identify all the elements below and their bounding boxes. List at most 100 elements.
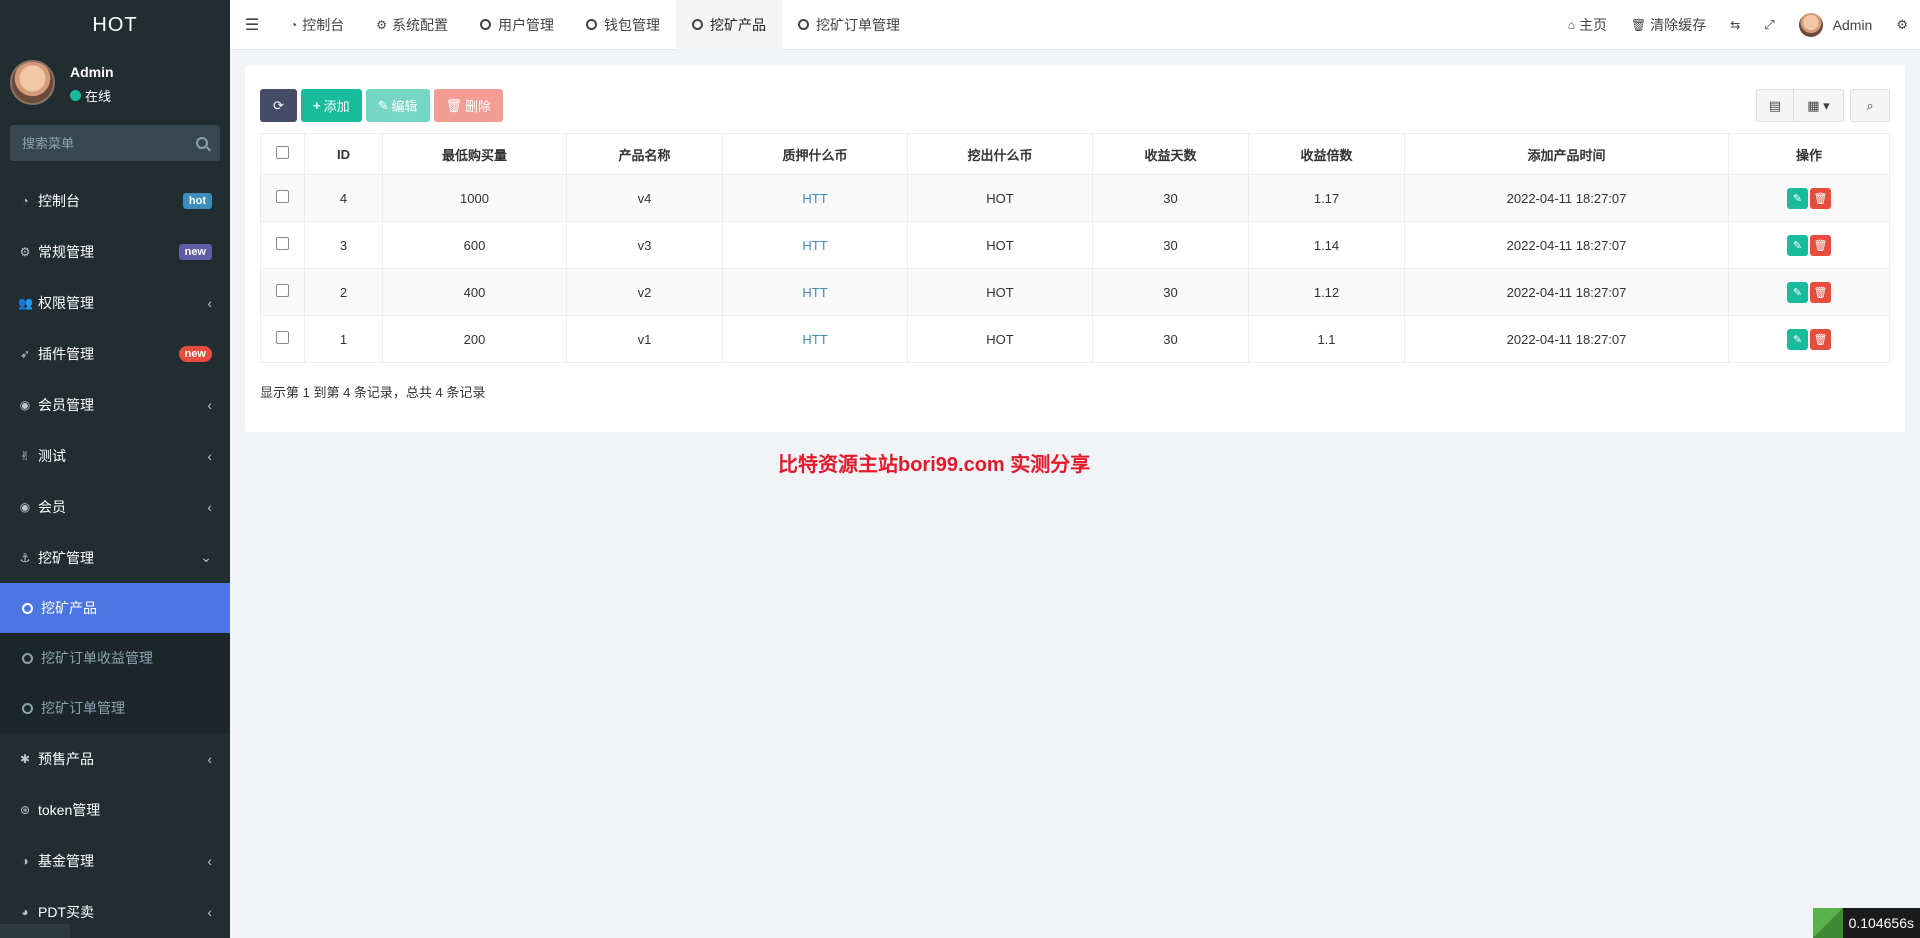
stake-coin-link[interactable]: HTT	[802, 285, 827, 300]
fullscreen-toggle[interactable]: ⤢	[1752, 0, 1786, 50]
edit-button[interactable]: ✎ 编辑	[365, 89, 430, 122]
sidebar-item-plugins[interactable]: ➶ 插件管理 new	[0, 328, 230, 379]
trash-icon: 🗑	[1813, 239, 1828, 252]
user-panel: Admin 在线	[0, 50, 230, 120]
sidebar-item-presale[interactable]: ✱ 预售产品 ‹	[0, 733, 230, 784]
settings-toggle[interactable]: ⚙	[1884, 0, 1920, 50]
topbar-right: ⌂ 主页 🗑 清除缓存 ⇆ ⤢ Admin ⚙	[1556, 0, 1920, 50]
cell-income-days: 30	[1092, 221, 1249, 269]
add-button[interactable]: + 添加	[301, 89, 362, 122]
user-status-text: 在线	[85, 89, 112, 104]
submenu-item-mining-products[interactable]: 挖矿产品	[0, 583, 230, 633]
col-min-purchase[interactable]: 最低购买量	[382, 133, 567, 175]
cell-income-multiplier: 1.1	[1248, 315, 1405, 363]
tab-dashboard[interactable]: ◔ 控制台	[274, 0, 360, 50]
cell-actions: ✎ 🗑	[1728, 221, 1890, 269]
cell-min-purchase: 600	[382, 221, 567, 269]
tab-wallet-management[interactable]: 钱包管理	[570, 0, 676, 50]
tab-mining-orders[interactable]: 挖矿订单管理	[782, 0, 916, 50]
cogs-icon: ⚙	[376, 17, 388, 32]
row-edit-button[interactable]: ✎	[1787, 187, 1808, 209]
row-delete-button[interactable]: 🗑	[1810, 281, 1831, 303]
select-all-cell	[260, 133, 305, 175]
clear-cache-button[interactable]: 🗑 清除缓存	[1619, 0, 1718, 50]
pencil-icon: ✎	[1792, 286, 1803, 299]
tab-mining-products[interactable]: 挖矿产品	[676, 0, 783, 50]
sidebar-item-token[interactable]: ⊛ token管理	[0, 784, 230, 835]
sidebar-item-dashboard[interactable]: ◔ 控制台 hot	[0, 175, 230, 226]
menu-toggle-icon[interactable]: ☰	[230, 0, 274, 50]
users-icon: 👥	[18, 295, 33, 310]
search-icon[interactable]	[196, 137, 208, 149]
row-delete-button[interactable]: 🗑	[1810, 328, 1831, 350]
col-income-days[interactable]: 收益天数	[1092, 133, 1249, 175]
row-edit-button[interactable]: ✎	[1787, 281, 1808, 303]
rocket-icon: ➶	[19, 346, 31, 361]
delete-button[interactable]: 🗑 删除	[433, 89, 504, 122]
search-toggle-button[interactable]: ⌕	[1850, 89, 1890, 122]
row-edit-button[interactable]: ✎	[1787, 328, 1808, 350]
row-checkbox[interactable]	[276, 237, 289, 250]
user-menu[interactable]: Admin	[1787, 0, 1885, 50]
row-checkbox[interactable]	[276, 284, 289, 297]
sidebar-item-permissions[interactable]: 👥 权限管理 ‹	[0, 277, 230, 328]
submenu-item-mining-order-income[interactable]: 挖矿订单收益管理	[0, 633, 230, 683]
home-link[interactable]: ⌂ 主页	[1556, 0, 1619, 50]
clear-cache-label: 清除缓存	[1650, 16, 1707, 33]
table-row: 2 400 v2 HTT HOT 30 1.12 2022-04-11 18:2…	[260, 268, 1890, 316]
col-mined-coin[interactable]: 挖出什么币	[907, 133, 1093, 175]
stake-coin-link[interactable]: HTT	[802, 191, 827, 206]
row-select-cell	[260, 268, 305, 316]
tab-system-config[interactable]: ⚙ 系统配置	[360, 0, 464, 50]
tab-user-management[interactable]: 用户管理	[464, 0, 570, 50]
row-edit-button[interactable]: ✎	[1787, 234, 1808, 256]
col-added-time[interactable]: 添加产品时间	[1404, 133, 1729, 175]
debug-timer[interactable]: 0.104656s	[1812, 908, 1920, 938]
sidebar-item-member[interactable]: ◉ 会员 ‹	[0, 481, 230, 532]
cell-actions: ✎ 🗑	[1728, 174, 1890, 222]
row-checkbox[interactable]	[276, 331, 289, 344]
chevron-left-icon: ‹	[207, 447, 212, 464]
table-row: 3 600 v3 HTT HOT 30 1.14 2022-04-11 18:2…	[260, 221, 1890, 269]
sidebar-item-member-management[interactable]: ◉ 会员管理 ‹	[0, 379, 230, 430]
avatar	[10, 60, 55, 105]
submenu-item-mining-orders[interactable]: 挖矿订单管理	[0, 683, 230, 733]
col-income-multiplier[interactable]: 收益倍数	[1248, 133, 1405, 175]
col-product-name[interactable]: 产品名称	[566, 133, 723, 175]
toggle-view-button[interactable]: ▤	[1756, 89, 1794, 122]
col-stake-coin[interactable]: 质押什么币	[722, 133, 908, 175]
sidebar-item-fund[interactable]: ◑ 基金管理 ‹	[0, 835, 230, 886]
sidebar-item-label: 控制台	[38, 192, 80, 209]
circle-icon	[692, 19, 704, 30]
trash-icon: 🗑	[445, 97, 463, 113]
refresh-icon: ⟳	[273, 97, 284, 113]
pencil-icon: ✎	[377, 97, 389, 113]
cell-product-name: v3	[566, 221, 723, 269]
row-select-cell	[260, 174, 305, 222]
edit-label: 编辑	[391, 99, 418, 114]
sidebar-item-test[interactable]: ✌ 测试 ‹	[0, 430, 230, 481]
tab-label: 用户管理	[498, 16, 555, 33]
row-delete-button[interactable]: 🗑	[1810, 234, 1831, 256]
cell-stake-coin: HTT	[722, 174, 908, 222]
debug-logo-icon	[1812, 908, 1843, 938]
refresh-button[interactable]: ⟳	[260, 89, 297, 122]
stake-coin-link[interactable]: HTT	[802, 238, 827, 253]
stake-coin-link[interactable]: HTT	[802, 332, 827, 347]
cell-mined-coin: HOT	[907, 174, 1093, 222]
row-delete-button[interactable]: 🗑	[1810, 187, 1831, 209]
sidebar-item-label: 会员管理	[38, 396, 94, 413]
columns-dropdown[interactable]: ▦ ▾	[1794, 89, 1844, 122]
language-toggle[interactable]: ⇆	[1718, 0, 1752, 50]
home-icon: ⌂	[1567, 17, 1575, 32]
app-logo[interactable]: HOT	[0, 0, 230, 50]
cogs-icon: ⚙	[19, 244, 31, 259]
cell-income-days: 30	[1092, 315, 1249, 363]
sidebar-item-general[interactable]: ⚙ 常规管理 new	[0, 226, 230, 277]
content-panel: ⟳ + 添加 ✎ 编辑 🗑 删除 ▤ ▦ ▾ ⌕ ID 最低购买量 产品名称 质…	[245, 65, 1905, 432]
col-id[interactable]: ID	[304, 133, 383, 175]
select-all-checkbox[interactable]	[276, 146, 289, 159]
menu-search-input[interactable]	[22, 135, 192, 151]
row-checkbox[interactable]	[276, 190, 289, 203]
sidebar-item-mining[interactable]: ⚓ 挖矿管理 ⌄	[0, 532, 230, 583]
